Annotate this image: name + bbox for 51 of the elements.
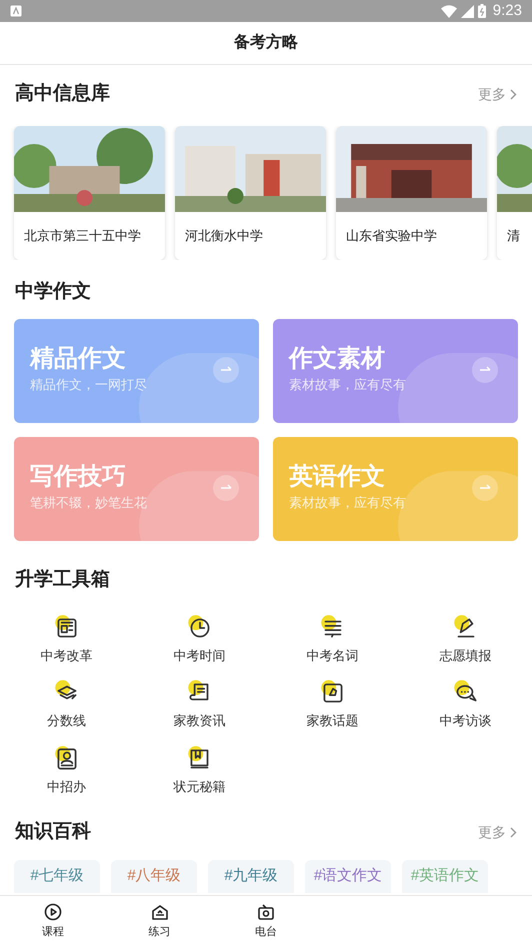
tab-item[interactable]: 练习	[106, 896, 213, 946]
school-name: 河北衡水中学	[185, 226, 263, 245]
tool-item[interactable]: 分数线	[0, 678, 133, 730]
tab-item[interactable]: 课程	[0, 896, 106, 946]
radio-icon	[256, 902, 276, 922]
tool-item[interactable]: 家教话题	[266, 678, 399, 730]
chevron-right-icon	[510, 826, 517, 838]
card-subtitle: 素材故事，应有尽有	[289, 494, 406, 512]
play-icon	[43, 902, 64, 922]
school-card[interactable]: 北京市第三十五中学	[14, 126, 165, 260]
tab-item[interactable]: 电台	[212, 896, 320, 946]
tool-item[interactable]: 中考改革	[0, 612, 133, 665]
battery-icon	[478, 4, 486, 18]
card-subtitle: 精品作文，一网打尽	[30, 376, 147, 394]
grade-tag[interactable]: #九年级	[208, 860, 294, 892]
section-title: 中学作文	[15, 280, 91, 304]
page-title: 备考方略	[234, 32, 298, 53]
tag-label: #英语作文	[410, 866, 480, 886]
card-title: 精品作文	[30, 343, 126, 373]
card-title: 作文素材	[289, 343, 385, 373]
section-title: 知识百科	[15, 820, 91, 844]
tool-item[interactable]: 志愿填报	[399, 612, 532, 665]
tag-label: #七年级	[30, 866, 84, 886]
grade-tag[interactable]: #七年级	[14, 860, 100, 892]
school-name: 北京市第三十五中学	[24, 226, 141, 245]
school-card[interactable]: 山东省实验中学	[336, 126, 487, 260]
card-subtitle: 素材故事，应有尽有	[289, 376, 406, 394]
section-title: 高中信息库	[15, 82, 110, 106]
school-name: 山东省实验中学	[346, 226, 437, 245]
tag-label: #语文作文	[314, 866, 382, 886]
tool-item[interactable]: 中考名词	[266, 612, 399, 665]
chevron-right-icon	[510, 88, 517, 100]
card-subtitle: 笔耕不辍，妙笔生花	[30, 494, 147, 512]
school-card[interactable]: 河北衡水中学	[175, 126, 326, 260]
school-name: 清	[507, 226, 520, 245]
section-title: 升学工具箱	[15, 568, 110, 592]
tool-item[interactable]: 中考访谈	[399, 678, 532, 730]
notification-icon	[10, 5, 22, 17]
grade-tag[interactable]: #语文作文	[305, 860, 391, 892]
signal-icon	[460, 4, 474, 18]
tool-item[interactable]: 中招办	[0, 744, 133, 796]
tool-item[interactable]: 状元秘籍	[133, 744, 266, 796]
tool-item[interactable]: 中考时间	[133, 612, 266, 665]
card-title: 英语作文	[289, 461, 385, 491]
tag-label: #九年级	[224, 866, 278, 886]
tool-item[interactable]: 家教资讯	[133, 678, 266, 730]
school-card[interactable]: 清	[497, 126, 532, 260]
tag-label: #八年级	[127, 866, 181, 886]
wifi-icon	[440, 4, 457, 18]
clock-text: 9:23	[492, 0, 522, 21]
card-title: 写作技巧	[30, 461, 126, 491]
